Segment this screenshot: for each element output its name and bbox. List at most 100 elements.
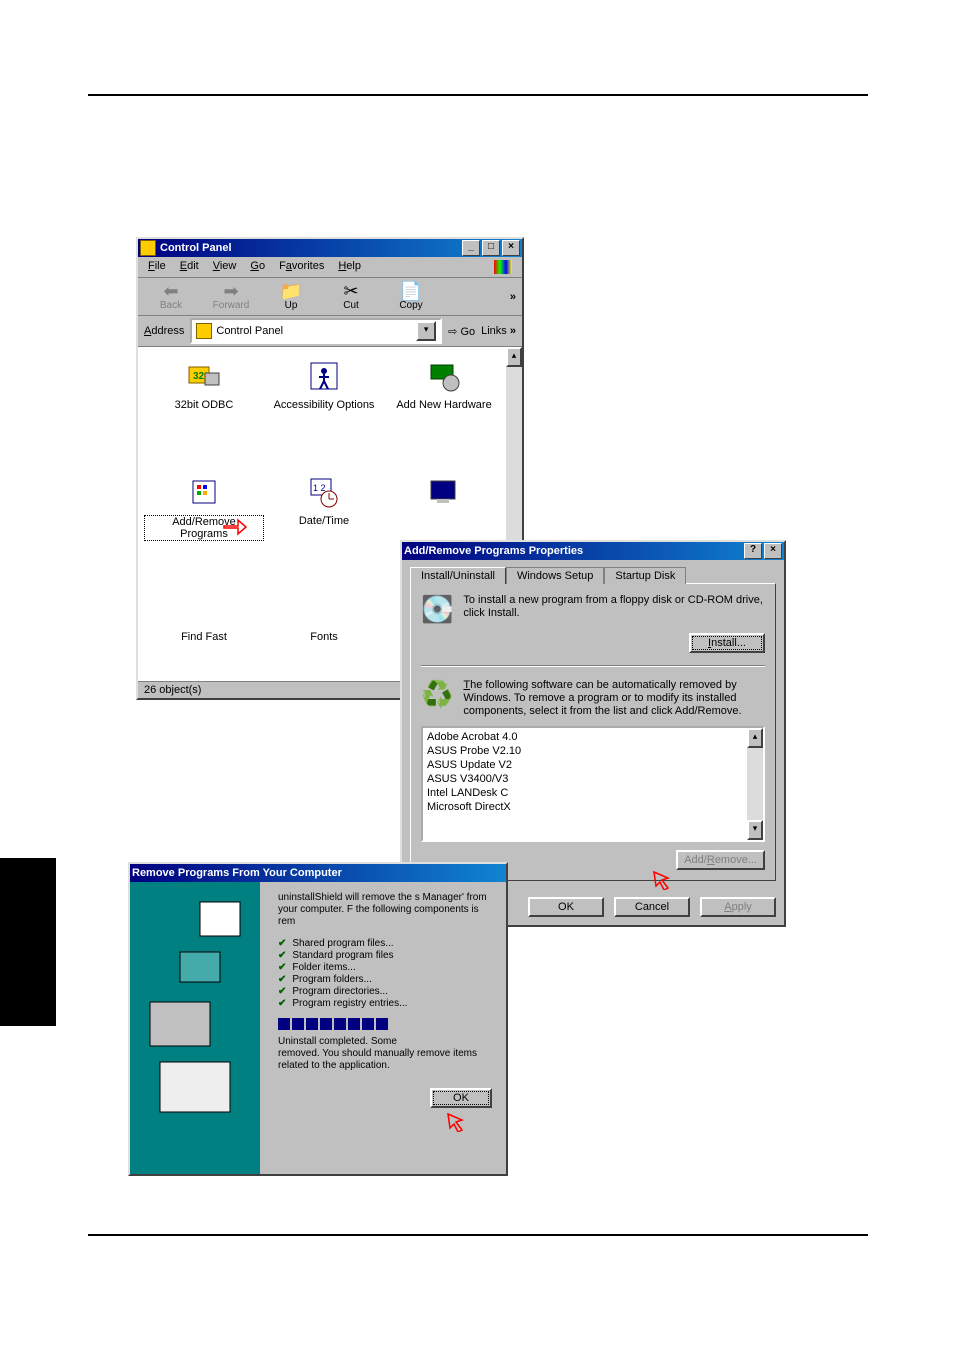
cp-item-add-remove-programs[interactable]: Add/Remove Programs [144, 469, 264, 581]
install-text: To install a new program from a floppy d… [463, 594, 765, 625]
dialog-title: Remove Programs From Your Computer [132, 867, 342, 879]
cp-item-label: Date/Time [299, 515, 349, 527]
wizard-item: ✔Program registry entries... [278, 998, 492, 1010]
address-dropdown[interactable]: ▾ [416, 321, 436, 341]
maximize-button[interactable]: □ [482, 240, 500, 256]
remove-text: TThe following software can be automatic… [463, 679, 765, 718]
cp-item-label: Add New Hardware [396, 399, 491, 411]
list-scrollbar[interactable]: ▴ ▾ [747, 728, 763, 840]
wizard-item: ✔Folder items... [278, 962, 492, 974]
page-rule-bottom [88, 1234, 868, 1236]
remove-icon: ♻️ [421, 679, 453, 718]
close-button[interactable]: × [502, 240, 520, 256]
list-item[interactable]: ASUS Probe V2.10 [427, 744, 759, 758]
progress-bar [278, 1018, 492, 1030]
address-bar: Address Control Panel ▾ ⇨ Go Links » [138, 316, 522, 347]
ok-button[interactable]: OK [430, 1088, 492, 1108]
address-icon [196, 323, 212, 339]
list-item[interactable]: ASUS V3400/V3 [427, 772, 759, 786]
datetime-icon: 1 2 [307, 475, 341, 509]
cp-item-label: Accessibility Options [274, 399, 375, 411]
tool-cut[interactable]: ✂Cut [324, 282, 378, 311]
svg-text:32: 32 [193, 371, 205, 382]
menu-go[interactable]: Go [250, 260, 265, 274]
apply-button[interactable]: ApplyApply [700, 897, 776, 917]
menu-favorites[interactable]: Favorites [279, 260, 324, 274]
accessibility-icon [307, 359, 341, 393]
wizard-item: ✔Standard program files [278, 950, 492, 962]
findfast-icon [187, 591, 221, 625]
titlebar-control-panel[interactable]: Control Panel _ □ × [138, 239, 522, 257]
dialog-title: Add/Remove Programs Properties [404, 545, 583, 557]
cp-item-label: 32bit ODBC [175, 399, 234, 411]
display-icon [427, 475, 461, 509]
installed-programs-list[interactable]: Adobe Acrobat 4.0 ASUS Probe V2.10 ASUS … [421, 726, 765, 842]
tab-windows-setup[interactable]: Windows Setup [506, 567, 604, 584]
cp-item-findfast[interactable]: Find Fast [144, 585, 264, 681]
list-item[interactable]: Microsoft DirectX [427, 800, 759, 814]
tool-forward[interactable]: ➡Forward [204, 282, 258, 311]
tab-startup-disk[interactable]: Startup Disk [604, 567, 686, 584]
wizard-intro: uninstallShield will remove the s Manage… [278, 892, 492, 928]
toolbar: ⬅Back ➡Forward 📁Up ✂Cut 📄Copy » [138, 278, 522, 316]
cp-item-label: Add/Remove Programs [144, 515, 264, 541]
ok-button[interactable]: OK [528, 897, 604, 917]
cp-item-datetime[interactable]: 1 2 Date/Time [264, 469, 384, 581]
cp-item-fonts[interactable]: Fonts [264, 585, 384, 681]
menu-edit[interactable]: Edit [180, 260, 199, 274]
tab-install-uninstall[interactable]: Install/Uninstall [410, 567, 506, 584]
wizard-item: ✔Program folders... [278, 974, 492, 986]
cancel-button[interactable]: Cancel [614, 897, 690, 917]
go-button[interactable]: ⇨ Go [448, 325, 475, 338]
scroll-up[interactable]: ▴ [747, 728, 763, 748]
tool-up[interactable]: 📁Up [264, 282, 318, 311]
cp-item-odbc[interactable]: 32 32bit ODBC [144, 353, 264, 465]
menu-logo-icon [494, 260, 512, 274]
odbc-icon: 32 [187, 359, 221, 393]
page-side-black [0, 858, 56, 1026]
menu-file[interactable]: FFileile [148, 260, 166, 274]
titlebar-uninstall[interactable]: Remove Programs From Your Computer [130, 864, 506, 882]
wizard-graphic [130, 882, 260, 1174]
minimize-button[interactable]: _ [462, 240, 480, 256]
status-text: 26 object(s) [144, 684, 201, 696]
address-value: Control Panel [216, 325, 283, 337]
wizard-body: uninstallShield will remove the s Manage… [260, 882, 506, 1174]
list-item[interactable]: ASUS Update V2 [427, 758, 759, 772]
list-item[interactable]: Adobe Acrobat 4.0 [427, 730, 759, 744]
add-remove-button[interactable]: Add/Remove...Add/Remove... [676, 850, 765, 870]
install-button[interactable]: IInstall...nstall... [689, 633, 765, 653]
wizard-done-text: Uninstall completed. Some removed. You s… [278, 1036, 492, 1072]
titlebar-add-remove[interactable]: Add/Remove Programs Properties ? × [402, 542, 784, 560]
scroll-down[interactable]: ▾ [747, 820, 763, 840]
close-button[interactable]: × [764, 543, 782, 559]
wizard-item: ✔Shared program files... [278, 938, 492, 950]
list-item[interactable]: Intel LANDesk C [427, 786, 759, 800]
links-button[interactable]: Links » [481, 325, 516, 337]
cp-item-label: Fonts [310, 631, 338, 643]
tab-page: 💽 To install a new program from a floppy… [410, 583, 776, 881]
address-label: Address [144, 325, 184, 337]
scroll-up[interactable]: ▴ [506, 347, 522, 367]
menu-help[interactable]: Help [338, 260, 361, 274]
tool-back[interactable]: ⬅Back [144, 282, 198, 311]
hardware-icon [427, 359, 461, 393]
menu-view[interactable]: View [213, 260, 237, 274]
cp-item-accessibility[interactable]: Accessibility Options [264, 353, 384, 465]
page-rule-top [88, 94, 868, 96]
wizard-item: ✔Program directories... [278, 986, 492, 998]
cp-item-label: Find Fast [181, 631, 227, 643]
dialog-remove-programs: Remove Programs From Your Computer unins… [128, 862, 508, 1176]
install-icon: 💽 [421, 594, 453, 625]
titlebar-icon [140, 240, 156, 256]
toolbar-overflow[interactable]: » [510, 291, 516, 303]
window-title: Control Panel [160, 242, 232, 254]
help-button[interactable]: ? [744, 543, 762, 559]
address-field[interactable]: Control Panel ▾ [190, 318, 442, 344]
add-remove-icon [187, 475, 221, 509]
svg-text:1 2: 1 2 [313, 483, 326, 493]
cp-item-add-hardware[interactable]: Add New Hardware [384, 353, 504, 465]
tabstrip: Install/Uninstall Windows Setup Startup … [410, 566, 776, 583]
tool-copy[interactable]: 📄Copy [384, 282, 438, 311]
fonts-icon [307, 591, 341, 625]
